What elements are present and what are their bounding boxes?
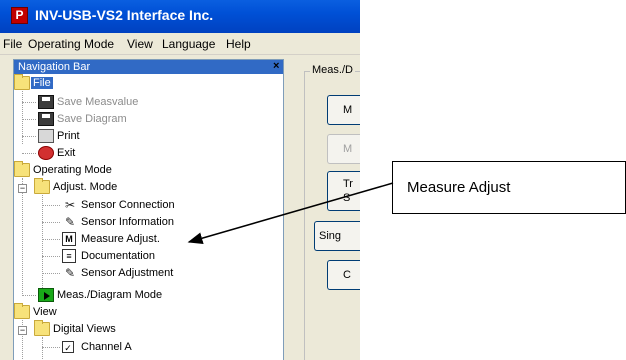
floppy-disk-icon	[38, 95, 54, 109]
navigation-bar-title: Navigation Bar	[18, 61, 91, 73]
tree-item-channel-a[interactable]: ✓ Channel A	[62, 339, 182, 356]
tree-item-adjust-mode[interactable]: Adjust. Mode	[34, 178, 174, 196]
tree-connector	[42, 273, 60, 274]
tree-item-label: Measure Adjust.	[81, 233, 160, 245]
sensor-plug-icon: ✂	[64, 198, 76, 212]
tree-item-label: Save Diagram	[57, 113, 127, 125]
tree-item-sensor-adjustment[interactable]: ✎ Sensor Adjustment	[62, 265, 222, 282]
exit-icon	[38, 146, 54, 160]
app-logo-icon: P	[11, 7, 28, 24]
navigation-bar-header: Navigation Bar	[14, 60, 283, 74]
tree-item-view[interactable]: View	[14, 303, 114, 321]
tree-item-label: File	[31, 77, 53, 89]
trigger-button[interactable]: Tr S	[327, 171, 360, 211]
callout-label: Measure Adjust	[407, 179, 511, 196]
tree-item-label: Channel A	[81, 341, 132, 353]
tree-item-print[interactable]: Print	[38, 128, 138, 145]
single-button[interactable]: Sing	[314, 221, 360, 251]
tree-item-label: Documentation	[81, 250, 155, 262]
app-window: P INV-USB-VS2 Interface Inc. File Operat…	[0, 0, 360, 360]
measure-button[interactable]: M	[327, 95, 360, 125]
tree-item-save-measvalue[interactable]: Save Measvalue	[38, 94, 178, 111]
tree-item-meas-diagram-mode[interactable]: Meas./Diagram Mode	[38, 287, 188, 304]
tree-item-label: Sensor Information	[81, 216, 174, 228]
tree-item-label: Adjust. Mode	[53, 181, 118, 193]
measurement-panel: Meas./D M M Tr S Sing C	[290, 59, 360, 360]
tree-item-label: Print	[57, 130, 80, 142]
menu-help[interactable]: Help	[226, 37, 251, 51]
checkbox-checked-icon[interactable]: ✓	[62, 341, 74, 353]
collapse-icon[interactable]: −	[18, 184, 27, 193]
document-icon: ≡	[62, 249, 76, 263]
tree-connector	[42, 239, 60, 240]
tree-item-operating-mode[interactable]: Operating Mode	[14, 161, 154, 179]
menu-bar: File Operating Mode View Language Help	[0, 33, 360, 55]
navigation-bar-panel: Navigation Bar × File Save Measvalue Sav…	[13, 59, 284, 360]
tree-connector	[22, 153, 36, 154]
sensor-icon: ✎	[64, 215, 76, 229]
measurement-group-title: Meas./D	[310, 64, 355, 76]
menu-view[interactable]: View	[127, 37, 153, 51]
tree-connector	[42, 337, 43, 360]
folder-open-icon	[14, 303, 30, 319]
tree-item-sensor-connection[interactable]: ✂ Sensor Connection	[62, 197, 212, 214]
printer-icon	[38, 129, 54, 143]
clear-button[interactable]: C	[327, 260, 360, 290]
tree-item-label: Sensor Connection	[81, 199, 175, 211]
tree-connector	[42, 347, 60, 348]
folder-open-icon	[34, 320, 50, 336]
measure-secondary-button[interactable]: M	[327, 134, 360, 164]
close-icon[interactable]: ×	[273, 60, 279, 72]
tree-item-label: Exit	[57, 147, 76, 159]
tree-connector	[42, 256, 60, 257]
menu-file[interactable]: File	[3, 37, 22, 51]
tree-connector	[42, 205, 60, 206]
tree-item-file[interactable]: File	[14, 74, 114, 92]
folder-open-icon	[14, 74, 30, 90]
tree-connector	[42, 195, 43, 288]
sensor-adjust-icon: ✎	[64, 266, 76, 280]
tree-item-label: Meas./Diagram Mode	[57, 289, 163, 301]
tree-item-measure-adjust[interactable]: M Measure Adjust.	[62, 231, 212, 248]
folder-open-icon	[34, 178, 50, 194]
tree-item-label: View	[33, 306, 57, 318]
tree-item-documentation[interactable]: ≡ Documentation	[62, 248, 212, 265]
window-title: INV-USB-VS2 Interface Inc.	[35, 7, 214, 23]
tree-item-save-diagram[interactable]: Save Diagram	[38, 111, 178, 128]
menu-operating-mode[interactable]: Operating Mode	[28, 37, 114, 51]
tree-connector	[22, 295, 36, 296]
tree-item-sensor-information[interactable]: ✎ Sensor Information	[62, 214, 212, 231]
tree-connector	[22, 119, 36, 120]
run-icon	[38, 288, 54, 302]
measure-m-icon: M	[62, 232, 76, 246]
tree-item-label: Operating Mode	[33, 164, 112, 176]
floppy-disk-icon	[38, 112, 54, 126]
tree-item-label: Sensor Adjustment	[81, 267, 174, 279]
tree-item-exit[interactable]: Exit	[38, 145, 138, 162]
collapse-icon[interactable]: −	[18, 326, 27, 335]
callout-box: Measure Adjust	[392, 161, 626, 214]
tree-item-label: Save Measvalue	[57, 96, 139, 108]
tree-connector	[42, 222, 60, 223]
tree-connector	[22, 178, 23, 296]
tree-item-digital-views[interactable]: Digital Views	[34, 320, 174, 338]
title-bar: P INV-USB-VS2 Interface Inc.	[0, 0, 360, 33]
tree-item-label: Digital Views	[53, 323, 116, 335]
folder-open-icon	[14, 161, 30, 177]
tree-connector	[22, 136, 36, 137]
navigation-tree: File Save Measvalue Save Diagram Print E…	[14, 74, 283, 360]
tree-connector	[22, 102, 36, 103]
menu-language[interactable]: Language	[162, 37, 215, 51]
